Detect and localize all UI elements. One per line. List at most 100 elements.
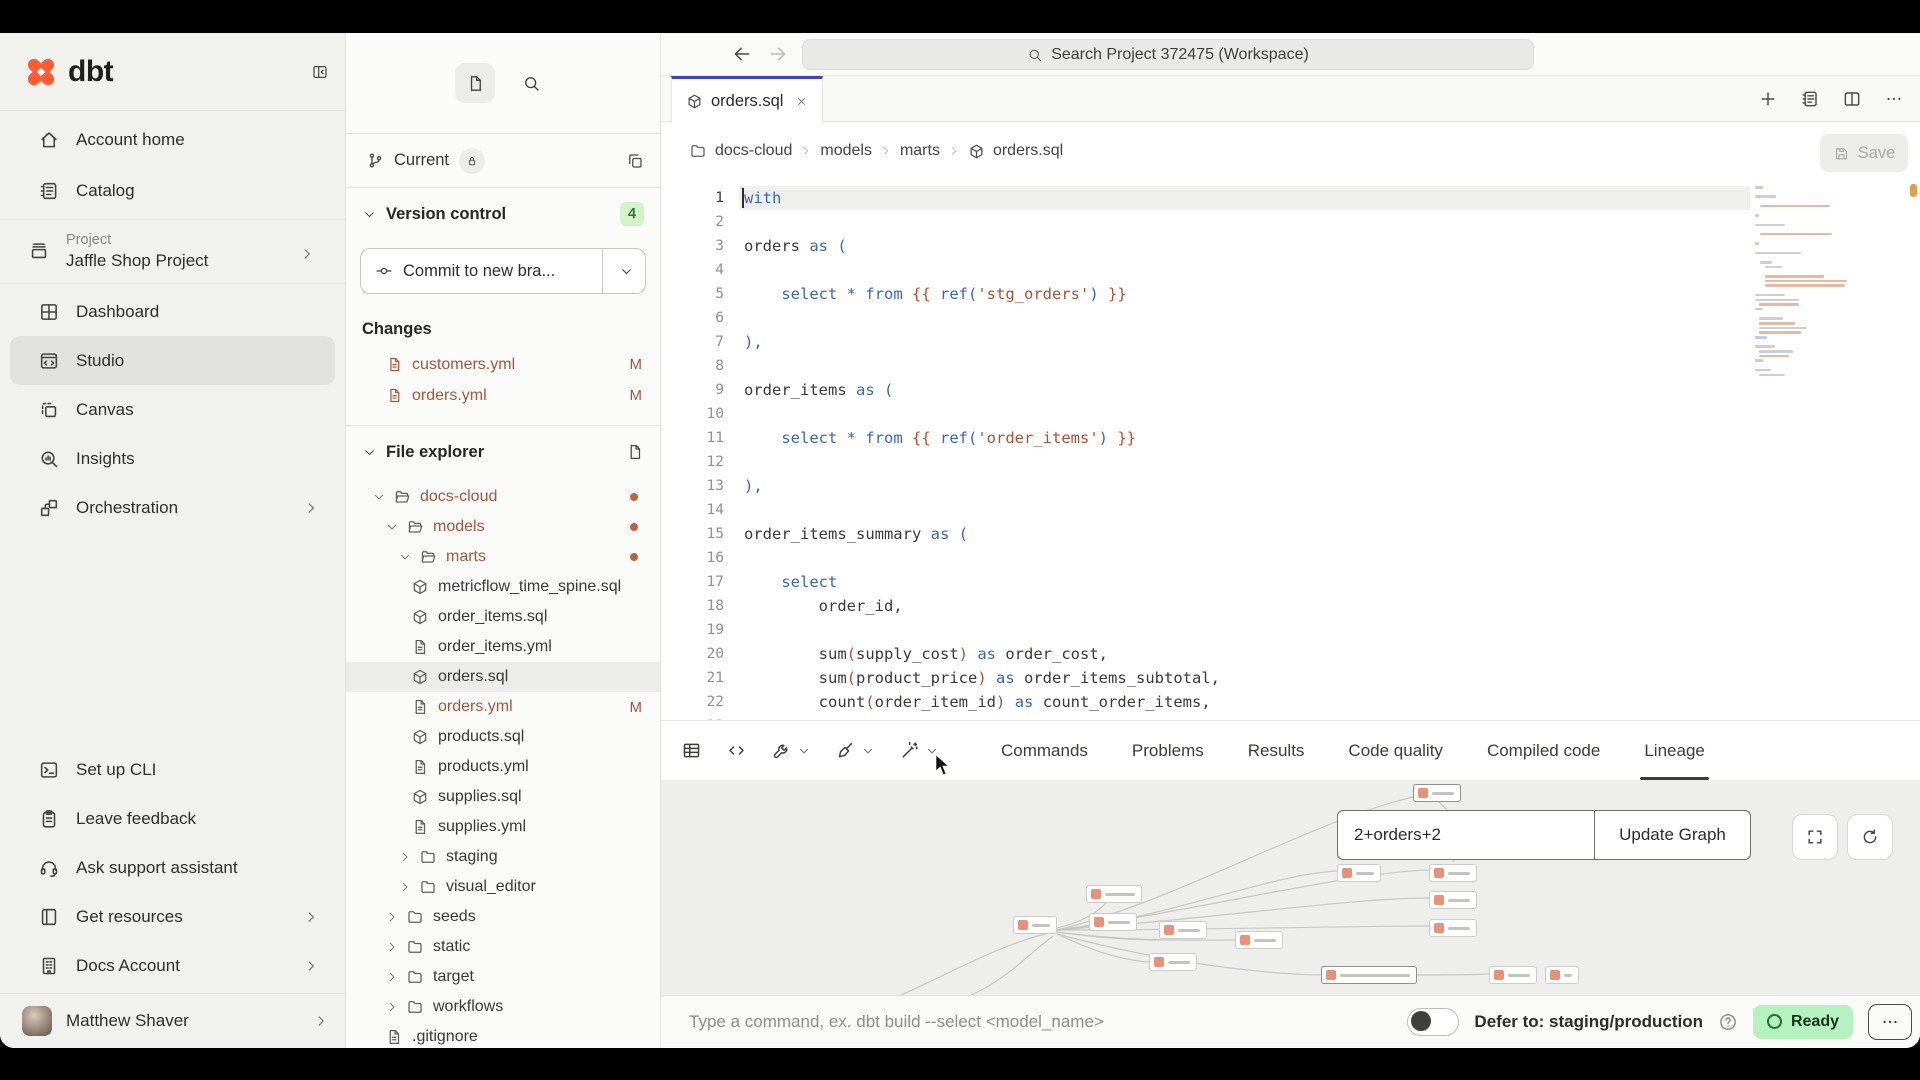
code-line-6[interactable]: 6 (661, 306, 1920, 330)
sidebar-item-docs-account[interactable]: Docs Account (10, 941, 335, 990)
more-options-icon[interactable] (1884, 89, 1904, 109)
tree-item-orders-yml[interactable]: orders.ymlM (346, 692, 660, 722)
breadcrumb-item[interactable]: models (820, 142, 872, 160)
lineage-node[interactable] (1429, 891, 1477, 909)
code-line-18[interactable]: 18 order_id, (661, 594, 1920, 618)
tree-item-visual-editor[interactable]: visual_editor (346, 872, 660, 902)
command-input[interactable]: Type a command, ex. dbt build --select <… (689, 1012, 1104, 1032)
tree-item-products-yml[interactable]: products.yml (346, 752, 660, 782)
code-line-11[interactable]: 11 select * from {{ ref('order_items') }… (661, 426, 1920, 450)
panel-tab-compiled-code[interactable]: Compiled code (1487, 721, 1600, 780)
tree-item-order-items-sql[interactable]: order_items.sql (346, 602, 660, 632)
save-button[interactable]: Save (1820, 134, 1908, 172)
panel-tab-lineage[interactable]: Lineage (1644, 721, 1705, 780)
sidebar-item-dashboard[interactable]: Dashboard (10, 287, 335, 336)
chevron-down-icon[interactable] (797, 744, 811, 758)
status-more-button[interactable] (1868, 1004, 1912, 1040)
new-file-tool-button[interactable] (455, 63, 495, 103)
lineage-node[interactable] (1089, 913, 1137, 931)
lineage-node[interactable] (1489, 966, 1537, 984)
new-file-icon[interactable] (626, 443, 644, 461)
breadcrumb-item[interactable]: marts (900, 142, 940, 160)
sidebar-item-project[interactable]: Project Jaffle Shop Project (0, 220, 345, 283)
lineage-selector-input[interactable]: 2+orders+2 (1338, 811, 1594, 859)
lineage-node[interactable] (1321, 966, 1417, 984)
commit-button[interactable]: Commit to new bra... (360, 248, 646, 294)
lineage-node[interactable] (1413, 784, 1461, 802)
lineage-node[interactable] (1545, 966, 1579, 984)
fullscreen-button[interactable] (1792, 814, 1838, 860)
changed-file-row[interactable]: customers.ymlM (346, 349, 660, 380)
new-tab-icon[interactable] (1758, 89, 1778, 109)
lineage-node[interactable] (1235, 931, 1283, 949)
panel-tab-code-quality[interactable]: Code quality (1348, 721, 1443, 780)
forward-arrow-icon[interactable] (767, 43, 789, 65)
lineage-node[interactable] (1013, 916, 1057, 934)
catalog-panel-icon[interactable] (1800, 89, 1820, 109)
panel-tab-results[interactable]: Results (1248, 721, 1305, 780)
lineage-node[interactable] (1337, 864, 1381, 882)
scrollbar-thumb[interactable] (1910, 184, 1917, 197)
help-icon[interactable] (1718, 1012, 1738, 1032)
panel-tab-problems[interactable]: Problems (1132, 721, 1204, 780)
tree-item-static[interactable]: static (346, 932, 660, 962)
split-editor-icon[interactable] (1842, 89, 1862, 109)
lineage-node[interactable] (1159, 921, 1207, 939)
defer-toggle[interactable] (1407, 1008, 1459, 1036)
version-control-header[interactable]: Version control 4 (346, 188, 660, 240)
tree-item-workflows[interactable]: workflows (346, 992, 660, 1022)
tree-item-supplies-yml[interactable]: supplies.yml (346, 812, 660, 842)
code-line-21[interactable]: 21 sum(product_price) as order_items_sub… (661, 666, 1920, 690)
code-tag-icon[interactable] (726, 740, 747, 761)
sidebar-item-insights[interactable]: Insights (10, 434, 335, 483)
tree-item-supplies-sql[interactable]: supplies.sql (346, 782, 660, 812)
chevron-down-icon[interactable] (861, 744, 875, 758)
code-line-16[interactable]: 16 (661, 546, 1920, 570)
code-line-15[interactable]: 15order_items_summary as ( (661, 522, 1920, 546)
code-line-4[interactable]: 4 (661, 258, 1920, 282)
commit-dropdown-button[interactable] (603, 264, 645, 279)
format-broom-icon[interactable] (835, 740, 856, 761)
results-table-icon[interactable] (681, 740, 702, 761)
lineage-node[interactable] (1429, 864, 1477, 882)
sidebar-item-studio[interactable]: Studio (10, 336, 335, 385)
sidebar-item-get-resources[interactable]: Get resources (10, 892, 335, 941)
tab-orders-sql[interactable]: orders.sql (671, 76, 823, 123)
code-line-3[interactable]: 3orders as ( (661, 234, 1920, 258)
code-line-19[interactable]: 19 (661, 618, 1920, 642)
tree-item-target[interactable]: target (346, 962, 660, 992)
code-line-1[interactable]: 1with (661, 186, 1920, 210)
sidebar-item-ask-support[interactable]: Ask support assistant (10, 843, 335, 892)
refresh-graph-button[interactable] (1847, 814, 1893, 860)
copy-icon[interactable] (626, 152, 644, 170)
changed-file-row[interactable]: orders.ymlM (346, 380, 660, 411)
code-line-7[interactable]: 7), (661, 330, 1920, 354)
build-wrench-icon[interactable] (771, 740, 792, 761)
code-line-9[interactable]: 9order_items as ( (661, 378, 1920, 402)
code-line-10[interactable]: 10 (661, 402, 1920, 426)
fix-wand-icon[interactable] (899, 740, 920, 761)
collapse-sidebar-icon[interactable] (311, 63, 329, 81)
back-arrow-icon[interactable] (731, 43, 753, 65)
code-line-5[interactable]: 5 select * from {{ ref('stg_orders') }} (661, 282, 1920, 306)
code-line-13[interactable]: 13), (661, 474, 1920, 498)
breadcrumb-item[interactable]: docs-cloud (715, 142, 792, 160)
sidebar-item-setup-cli[interactable]: Set up CLI (10, 745, 335, 794)
code-line-12[interactable]: 12 (661, 450, 1920, 474)
file-search-button[interactable] (511, 63, 551, 103)
sidebar-item-catalog[interactable]: Catalog (10, 165, 335, 216)
tree-item--gitignore[interactable]: .gitignore (346, 1022, 660, 1048)
breadcrumb-item[interactable]: orders.sql (993, 142, 1063, 160)
code-line-8[interactable]: 8 (661, 354, 1920, 378)
sidebar-item-leave-feedback[interactable]: Leave feedback (10, 794, 335, 843)
sidebar-item-account-home[interactable]: Account home (10, 114, 335, 165)
code-line-2[interactable]: 2 (661, 210, 1920, 234)
lineage-node[interactable] (1086, 885, 1142, 903)
code-line-20[interactable]: 20 sum(supply_cost) as order_cost, (661, 642, 1920, 666)
lineage-node[interactable] (1429, 919, 1477, 937)
tree-item-metricflow-time-spine-sql[interactable]: metricflow_time_spine.sql (346, 572, 660, 602)
update-graph-button[interactable]: Update Graph (1594, 811, 1750, 859)
tree-item-orders-sql[interactable]: orders.sql (346, 662, 660, 692)
tree-item-order-items-yml[interactable]: order_items.yml (346, 632, 660, 662)
code-line-17[interactable]: 17 select (661, 570, 1920, 594)
